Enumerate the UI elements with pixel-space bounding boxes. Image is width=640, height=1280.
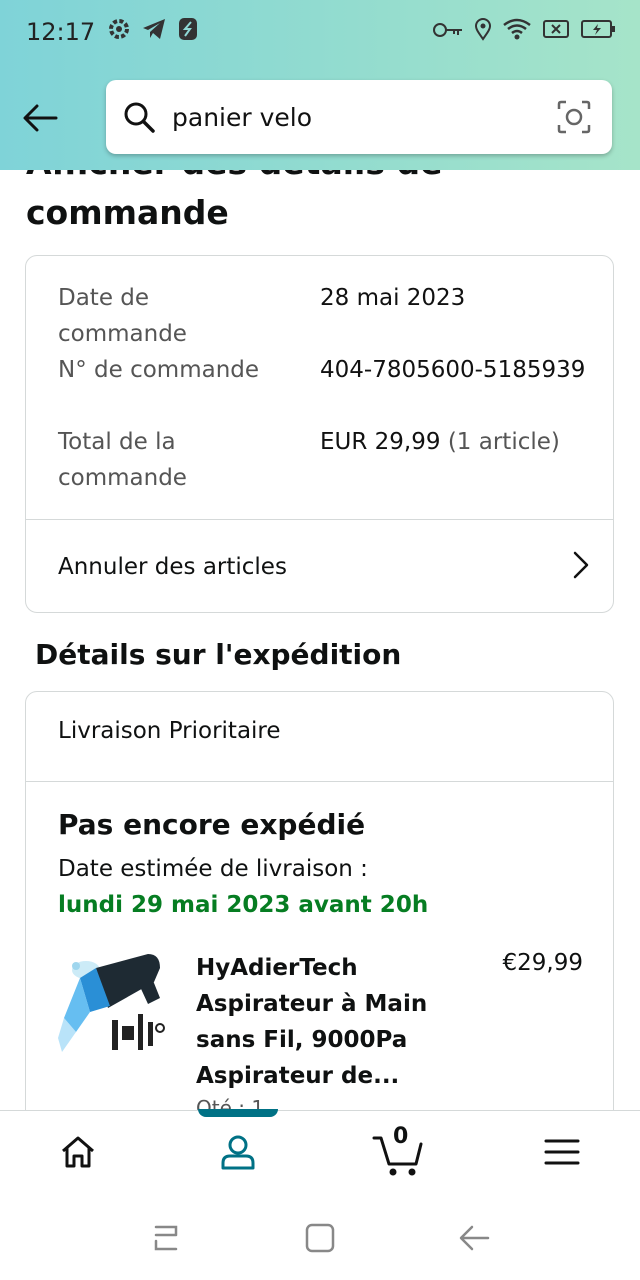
- order-total-amount: EUR 29,99: [320, 429, 441, 455]
- system-nav-bar: [0, 1196, 640, 1280]
- search-icon: [122, 100, 156, 134]
- order-date-row: Date de commande 28 mai 2023: [58, 280, 465, 352]
- order-date-value: 28 mai 2023: [320, 285, 466, 311]
- order-total-value: EUR 29,99 (1 article): [320, 424, 640, 460]
- order-number-row: N° de commande 404-7805600-5185939: [58, 352, 585, 388]
- bottom-nav: 0: [0, 1109, 640, 1198]
- order-total-note: (1 article): [447, 429, 560, 455]
- battery-icon: [580, 18, 616, 46]
- shipping-card: Livraison Prioritaire Pas encore expédié…: [25, 691, 614, 1151]
- divider: [26, 781, 613, 782]
- back-arrow-icon[interactable]: [18, 96, 62, 140]
- menu-icon: [544, 1138, 580, 1170]
- eta-label: Date estimée de livraison :: [58, 856, 368, 882]
- account-icon: [219, 1133, 257, 1175]
- cancel-items-label: Annuler des articles: [58, 554, 287, 580]
- nav-menu[interactable]: [522, 1111, 602, 1197]
- telegram-icon: [141, 17, 167, 47]
- cancel-items-row[interactable]: Annuler des articles: [26, 520, 613, 614]
- search-input[interactable]: panier velo: [172, 103, 312, 132]
- gear-icon: [107, 17, 131, 47]
- home-icon: [60, 1135, 96, 1173]
- no-sim-icon: [542, 18, 570, 46]
- product-price: €29,99: [502, 950, 583, 976]
- key-icon: [432, 18, 464, 46]
- wifi-icon: [502, 17, 532, 47]
- order-date-label: Date de commande: [58, 285, 187, 347]
- app-header: 12:17 panier velo: [0, 0, 640, 170]
- order-number-value: 404-7805600-5185939: [320, 357, 586, 383]
- order-total-label: Total de la commande: [58, 429, 187, 491]
- product-image[interactable]: [56, 948, 172, 1064]
- shipping-status: Pas encore expédié: [58, 808, 366, 841]
- shortcut-app-icon: [177, 17, 199, 47]
- eta-date: lundi 29 mai 2023 avant 20h: [58, 892, 429, 918]
- shipping-method: Livraison Prioritaire: [58, 718, 281, 744]
- location-icon: [474, 17, 492, 47]
- cart-count-badge: 0: [393, 1124, 409, 1149]
- order-number-label: N° de commande: [58, 357, 260, 383]
- nav-home[interactable]: [38, 1111, 118, 1197]
- home-button-icon[interactable]: [300, 1218, 340, 1258]
- recent-apps-icon[interactable]: [146, 1218, 186, 1258]
- product-name[interactable]: HyAdierTech Aspirateur à Main sans Fil, …: [196, 950, 446, 1094]
- nav-cart[interactable]: 0: [358, 1111, 438, 1197]
- nav-account[interactable]: [198, 1111, 278, 1197]
- order-total-row: Total de la commande EUR 29,99 (1 articl…: [58, 424, 560, 496]
- back-button-icon[interactable]: [454, 1218, 494, 1258]
- status-time: 12:17: [26, 18, 96, 46]
- camera-search-icon[interactable]: [556, 99, 592, 135]
- cart-icon: 0: [372, 1124, 424, 1178]
- status-bar: 12:17: [0, 0, 640, 64]
- shipping-section-title: Détails sur l'expédition: [35, 638, 402, 671]
- chevron-right-icon: [571, 550, 591, 584]
- search-bar[interactable]: panier velo: [106, 80, 612, 154]
- order-info-card: Date de commande 28 mai 2023 N° de comma…: [25, 255, 614, 613]
